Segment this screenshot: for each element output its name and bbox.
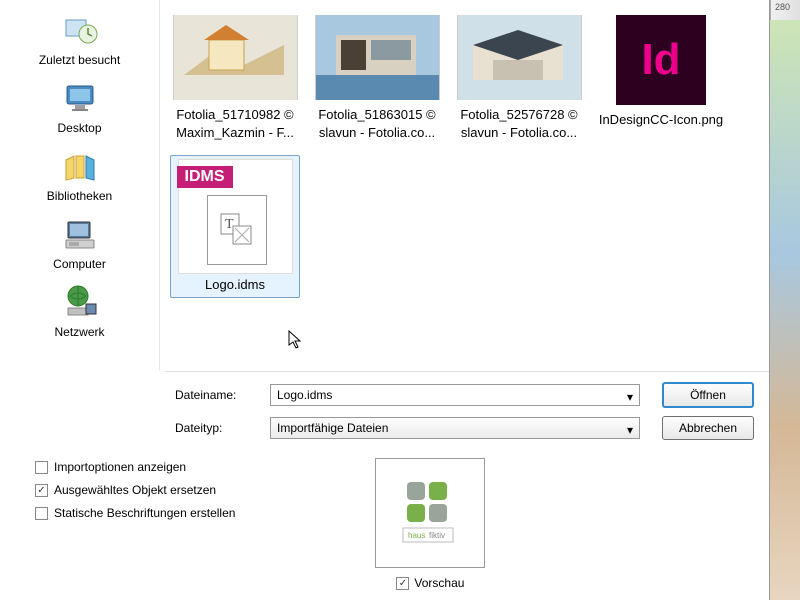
sidebar-network-label: Netzwerk	[54, 325, 104, 339]
sidebar-recent-label: Zuletzt besucht	[39, 53, 120, 67]
file-item[interactable]: Fotolia_51710982 ©Maxim_Kazmin - F...	[170, 15, 300, 141]
cancel-button[interactable]: Abbrechen	[662, 416, 754, 440]
file-label: InDesignCC-Icon.png	[596, 111, 726, 129]
image-thumbnail	[173, 15, 298, 100]
checkbox-label: Statische Beschriftungen erstellen	[54, 506, 235, 520]
image-thumbnail	[315, 15, 440, 100]
svg-text:haus: haus	[408, 531, 425, 540]
filetype-label: Dateityp:	[175, 421, 270, 435]
checkbox-label: Importoptionen anzeigen	[54, 460, 186, 474]
fields-area: Dateiname: Logo.idms ▾ Öffnen Dateityp: …	[0, 372, 769, 453]
idms-thumbnail: IDMS T	[178, 159, 293, 274]
filename-input[interactable]: Logo.idms ▾	[270, 384, 640, 406]
sidebar-computer-label: Computer	[53, 257, 106, 271]
options-area: Importoptionen anzeigen ✓ Ausgewähltes O…	[0, 453, 769, 600]
file-item-selected[interactable]: IDMS T Logo.idms	[170, 155, 300, 298]
checkbox-preview[interactable]: ✓ Vorschau	[396, 576, 464, 590]
file-label: Fotolia_51710982 ©Maxim_Kazmin - F...	[170, 106, 300, 141]
idms-badge: IDMS	[177, 166, 233, 188]
sidebar-recent[interactable]: Zuletzt besucht	[0, 5, 159, 71]
file-item[interactable]: Id InDesignCC-Icon.png	[596, 15, 726, 141]
checkbox-icon	[35, 507, 48, 520]
libraries-icon	[59, 145, 101, 187]
indesign-icon: Id	[616, 15, 706, 105]
places-sidebar: Zuletzt besucht Desktop Bibliotheken Com…	[0, 0, 160, 371]
sidebar-network[interactable]: Netzwerk	[0, 277, 159, 343]
file-item[interactable]: Fotolia_51863015 ©slavun - Fotolia.co...	[312, 15, 442, 141]
checkbox-static-captions[interactable]: Statische Beschriftungen erstellen	[35, 506, 235, 520]
file-list[interactable]: Fotolia_51710982 ©Maxim_Kazmin - F... Fo…	[160, 0, 769, 371]
chevron-down-icon[interactable]: ▾	[627, 423, 633, 437]
open-button[interactable]: Öffnen	[662, 382, 754, 408]
checkbox-checked-icon: ✓	[396, 577, 409, 590]
svg-text:fiktiv: fiktiv	[429, 531, 445, 540]
document-icon: T	[207, 195, 267, 265]
file-label: Fotolia_52576728 ©slavun - Fotolia.co...	[454, 106, 584, 141]
recent-icon	[59, 9, 101, 51]
sidebar-libraries-label: Bibliotheken	[47, 189, 112, 203]
filetype-select[interactable]: Importfähige Dateien ▾	[270, 417, 640, 439]
image-thumbnail	[457, 15, 582, 100]
checkbox-import-options[interactable]: Importoptionen anzeigen	[35, 460, 235, 474]
file-item[interactable]: Fotolia_52576728 ©slavun - Fotolia.co...	[454, 15, 584, 141]
sidebar-libraries[interactable]: Bibliotheken	[0, 141, 159, 207]
ruler-value: 280	[775, 2, 790, 12]
desktop-icon	[59, 77, 101, 119]
sidebar-desktop[interactable]: Desktop	[0, 73, 159, 139]
file-label: Fotolia_51863015 ©slavun - Fotolia.co...	[312, 106, 442, 141]
preview-box: haus fiktiv	[375, 458, 485, 568]
file-open-dialog: Zuletzt besucht Desktop Bibliotheken Com…	[0, 0, 770, 600]
checkbox-replace-selected[interactable]: ✓ Ausgewähltes Objekt ersetzen	[35, 483, 235, 497]
checkbox-checked-icon: ✓	[35, 484, 48, 497]
checkbox-label: Ausgewähltes Objekt ersetzen	[54, 483, 216, 497]
checkbox-icon	[35, 461, 48, 474]
sidebar-computer[interactable]: Computer	[0, 209, 159, 275]
filename-label: Dateiname:	[175, 388, 270, 402]
network-icon	[59, 281, 101, 323]
computer-icon	[59, 213, 101, 255]
checkbox-label: Vorschau	[414, 576, 464, 590]
chevron-down-icon[interactable]: ▾	[627, 390, 633, 404]
background-image-sliver	[770, 20, 800, 600]
sidebar-desktop-label: Desktop	[57, 121, 101, 135]
file-label: Logo.idms	[174, 276, 296, 294]
